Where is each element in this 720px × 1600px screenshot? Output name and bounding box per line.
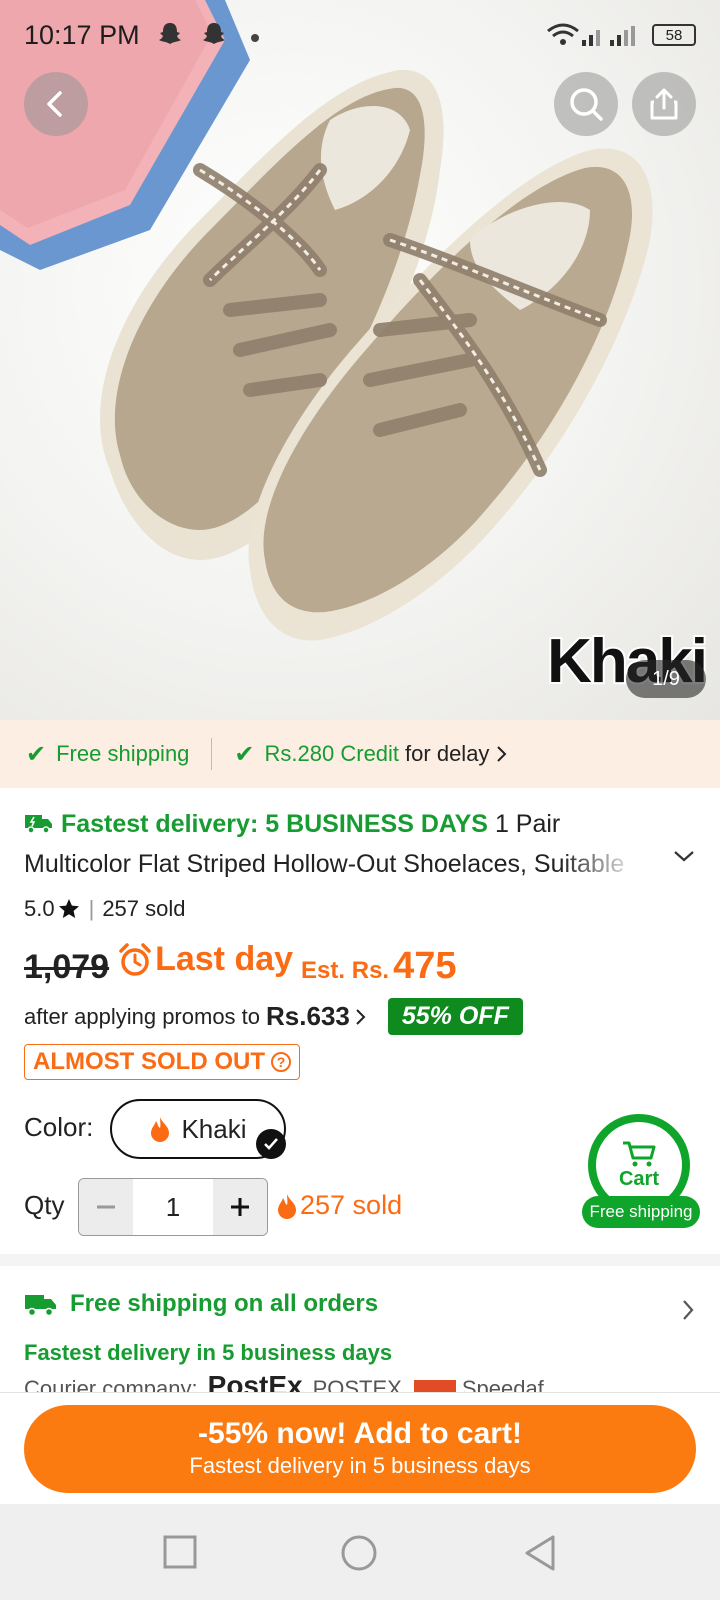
divider xyxy=(211,738,213,770)
courier-row: Courier company: PostEx POSTEX Speedaf xyxy=(24,1376,584,1392)
check-icon: ✔ xyxy=(234,740,255,768)
courier-postex: POSTEX xyxy=(312,1376,402,1392)
title-fade xyxy=(560,844,640,884)
quantity-stepper[interactable]: 1 xyxy=(78,1178,268,1236)
product-title[interactable]: Fastest delivery: 5 BUSINESS DAYS 1 Pair… xyxy=(24,804,644,884)
stock-badge-text: ALMOST SOLD OUT xyxy=(33,1048,265,1075)
bottom-action-bar: -55% now! Add to cart! Fastest delivery … xyxy=(0,1392,720,1504)
delay-credit-benefit[interactable]: ✔ Rs.280 Credit for delay xyxy=(234,740,509,769)
price-row: 1,079 Last day Est. Rs. 475 xyxy=(24,940,456,988)
star-icon xyxy=(58,899,79,918)
promo-price: Rs.633 xyxy=(266,1001,350,1031)
decrease-qty-button[interactable] xyxy=(79,1179,133,1235)
free-shipping-text: Free shipping xyxy=(56,741,190,766)
credit-amount: Rs.280 Credit xyxy=(264,741,400,766)
delivery-truck-icon xyxy=(25,815,52,834)
last-day-label: Last day xyxy=(117,940,293,979)
minus-icon xyxy=(97,1205,115,1209)
free-shipping-section-title[interactable]: Free shipping on all orders xyxy=(24,1290,378,1318)
floating-cart-button[interactable]: Cart Free shipping xyxy=(580,1114,700,1228)
system-nav-bar xyxy=(0,1504,720,1600)
snapchat-icon xyxy=(156,20,184,53)
qty-value[interactable]: 1 xyxy=(133,1179,213,1235)
qty-sold-info: 257 sold xyxy=(276,1190,402,1221)
qty-sold-text: 257 sold xyxy=(300,1190,403,1220)
color-option-label: Khaki xyxy=(181,1113,247,1144)
chevron-right-icon xyxy=(356,1008,366,1025)
back-button[interactable] xyxy=(24,72,88,136)
notification-dot-icon xyxy=(250,30,260,48)
cta-line2: Fastest delivery in 5 business days xyxy=(189,1453,531,1478)
fastest-delivery-label: Fastest delivery: 5 BUSINESS DAYS xyxy=(60,810,488,838)
postex-logo: PostEx xyxy=(207,1376,303,1392)
recents-square-icon[interactable] xyxy=(162,1534,198,1570)
product-image-gallery[interactable]: 10:17 PM 58 Khaki 1/9 xyxy=(0,0,720,720)
almost-sold-out-badge[interactable]: ALMOST SOLD OUT ? xyxy=(24,1044,300,1080)
home-circle-icon[interactable] xyxy=(340,1534,378,1572)
signal-icon xyxy=(580,24,640,53)
cart-free-shipping-badge: Free shipping xyxy=(582,1196,700,1228)
flame-icon xyxy=(151,1117,170,1142)
color-label: Color: xyxy=(24,1112,94,1142)
speedaf-logo xyxy=(413,1380,456,1392)
flame-icon xyxy=(278,1193,296,1219)
discount-badge: 55% OFF xyxy=(387,998,523,1035)
selected-check-icon xyxy=(256,1129,286,1159)
fastest-delivery-subtitle: Fastest delivery in 5 business days xyxy=(24,1340,393,1365)
back-triangle-icon[interactable] xyxy=(522,1534,558,1572)
courier-speedaf: Speedaf xyxy=(461,1376,544,1392)
estimated-price: 475 xyxy=(393,944,457,987)
add-to-cart-button[interactable]: -55% now! Add to cart! Fastest delivery … xyxy=(24,1405,696,1493)
free-shipping-benefit: ✔ Free shipping xyxy=(26,740,189,769)
sold-count: 257 sold xyxy=(102,896,186,921)
courier-label: Courier company: xyxy=(24,1376,198,1392)
rating-row[interactable]: 5.0 | 257 sold xyxy=(24,896,186,922)
credit-suffix: for delay xyxy=(405,741,490,766)
qty-label: Qty xyxy=(24,1190,65,1220)
free-shipping-all-orders: Free shipping on all orders xyxy=(70,1290,379,1317)
separator: | xyxy=(88,896,95,921)
section-divider xyxy=(0,1254,720,1266)
increase-qty-button[interactable] xyxy=(213,1179,267,1235)
rating-value: 5.0 xyxy=(24,896,55,921)
last-day-text: Last day xyxy=(155,940,294,978)
cart-label: Cart xyxy=(618,1167,659,1190)
promo-row[interactable]: after applying promos to Rs.633 55% OFF xyxy=(24,998,523,1035)
wifi-icon xyxy=(546,22,580,53)
image-counter: 1/9 xyxy=(626,660,706,698)
shipping-benefits-strip[interactable]: ✔ Free shipping ✔ Rs.280 Credit for dela… xyxy=(0,720,720,788)
chevron-right-icon xyxy=(497,746,507,762)
help-icon[interactable]: ? xyxy=(270,1052,291,1072)
alarm-clock-icon xyxy=(119,942,151,976)
expand-title-chevron-icon[interactable] xyxy=(672,848,696,864)
search-icon xyxy=(570,88,603,121)
cart-icon xyxy=(623,1141,656,1166)
snapchat-icon xyxy=(200,20,228,53)
battery-icon: 58 xyxy=(652,24,696,46)
original-price: 1,079 xyxy=(24,947,110,986)
check-icon: ✔ xyxy=(26,740,47,768)
plus-icon xyxy=(231,1198,249,1216)
share-icon xyxy=(650,88,678,120)
chevron-left-icon xyxy=(47,91,62,117)
promo-text: after applying promos to xyxy=(24,1003,261,1029)
status-bar: 10:17 PM 58 xyxy=(0,0,720,72)
delivery-truck-icon xyxy=(25,1295,56,1317)
chevron-right-icon[interactable] xyxy=(680,1298,696,1322)
status-time: 10:17 PM xyxy=(24,20,140,50)
color-option-khaki[interactable]: Khaki xyxy=(110,1099,286,1159)
product-page: 10:17 PM 58 Khaki 1/9 ✔ Free shipping ✔ … xyxy=(0,0,720,1600)
search-button[interactable] xyxy=(554,72,618,136)
cta-line1: -55% now! Add to cart! xyxy=(198,1417,522,1450)
estimated-label: Est. Rs. xyxy=(301,956,390,984)
share-button[interactable] xyxy=(632,72,696,136)
